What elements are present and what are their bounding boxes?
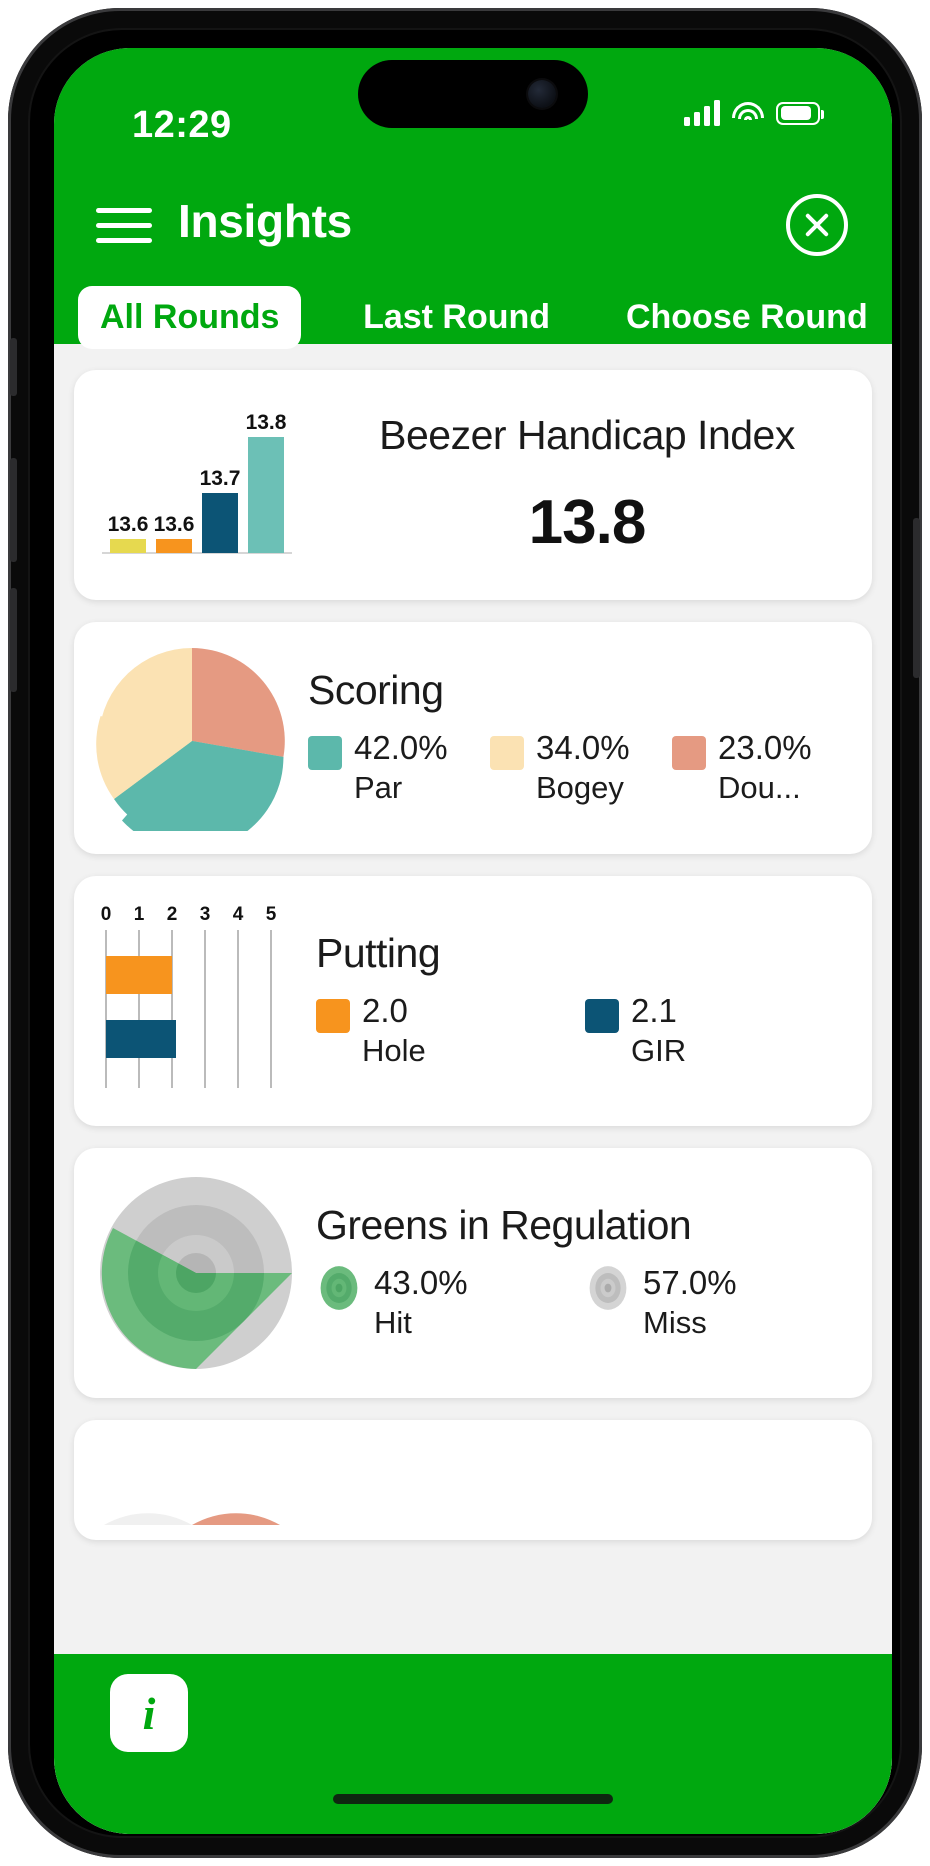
dynamic-island (358, 60, 588, 128)
legend-swatch-bogey (490, 735, 524, 770)
svg-text:4: 4 (233, 904, 244, 925)
legend-item-hole: 2.0 Hole (316, 991, 585, 1072)
hamburger-menu-icon[interactable] (96, 204, 152, 248)
legend-value-hit: 43.0% (374, 1263, 468, 1301)
card-next-partial[interactable] (74, 1420, 872, 1540)
insights-scroll-area[interactable]: 13.6 13.6 13.7 13.8 Beezer Handicap Inde… (54, 348, 892, 1834)
home-indicator[interactable] (333, 1794, 613, 1804)
card-greens-in-regulation[interactable]: Greens in Regulation 43.0% Hit 57.0% Mis… (74, 1148, 872, 1398)
legend-value-hole: 2.0 (362, 991, 408, 1029)
power-button[interactable] (913, 518, 920, 678)
handicap-card-body: Beezer Handicap Index 13.8 (304, 412, 854, 558)
page-title: Insights (178, 195, 352, 247)
legend-swatch-double (672, 735, 706, 770)
legend-item-gir: 2.1 GIR (585, 991, 854, 1072)
status-time: 12:29 (132, 104, 232, 146)
gir-card-body: Greens in Regulation 43.0% Hit 57.0% Mis… (300, 1202, 854, 1344)
status-bar: 12:29 (54, 48, 892, 176)
handicap-value: 13.8 (528, 488, 647, 557)
legend-swatch-par (308, 735, 342, 770)
svg-text:13.7: 13.7 (200, 467, 241, 490)
silent-switch[interactable] (10, 338, 17, 396)
gir-legend: 43.0% Hit 57.0% Miss (316, 1263, 854, 1344)
legend-label-gir: GIR (631, 1033, 687, 1069)
putting-bar-chart: 0 1 2 3 4 5 (92, 902, 300, 1100)
partial-pie-svg (104, 1513, 280, 1525)
gir-target-chart (92, 1173, 300, 1373)
legend-label-double: Dou... (718, 770, 801, 806)
svg-text:0: 0 (101, 904, 112, 925)
status-indicators (684, 100, 824, 126)
svg-text:1: 1 (134, 904, 145, 925)
legend-swatch-miss-target-icon (589, 1265, 627, 1310)
handicap-card-title: Beezer Handicap Index (379, 412, 795, 458)
putting-bar-svg: 0 1 2 3 4 5 (101, 904, 277, 1088)
legend-label-hit: Hit (374, 1305, 412, 1341)
battery-icon (776, 101, 824, 125)
svg-text:13.6: 13.6 (108, 513, 149, 536)
legend-value-gir: 2.1 (631, 991, 677, 1029)
legend-value-bogey: 34.0% (536, 728, 630, 766)
volume-down-button[interactable] (10, 588, 17, 692)
tab-choose-round[interactable]: Choose Round (602, 286, 892, 349)
svg-text:5: 5 (266, 904, 277, 925)
scoring-card-title: Scoring (308, 666, 444, 713)
front-camera-icon (528, 80, 556, 108)
legend-item-hit: 43.0% Hit (316, 1263, 585, 1344)
volume-up-button[interactable] (10, 458, 17, 562)
svg-text:2: 2 (167, 904, 178, 925)
svg-text:13.6: 13.6 (154, 513, 195, 536)
card-scoring[interactable]: Scoring 42.0% Par 34.0% Bogey 23.0% Dou.… (74, 622, 872, 854)
gir-target-svg (100, 1177, 292, 1369)
card-putting[interactable]: 0 1 2 3 4 5 Putting 2.0 Hole 2.1 GIR (74, 876, 872, 1126)
handicap-trend-chart: 13.6 13.6 13.7 13.8 (92, 395, 304, 575)
legend-swatch-hit-target-icon (320, 1265, 358, 1310)
legend-item-miss: 57.0% Miss (585, 1263, 854, 1344)
legend-label-miss: Miss (643, 1305, 707, 1341)
legend-label-par: Par (354, 770, 403, 806)
scoring-pie-svg (96, 647, 285, 831)
legend-item-double: 23.0% Dou... (672, 728, 854, 809)
legend-label-bogey: Bogey (536, 770, 624, 806)
gir-card-title: Greens in Regulation (316, 1201, 692, 1248)
legend-swatch-hole (316, 998, 350, 1033)
putting-legend: 2.0 Hole 2.1 GIR (316, 991, 854, 1072)
scoring-card-body: Scoring 42.0% Par 34.0% Bogey 23.0% Dou.… (292, 667, 854, 809)
scoring-pie-chart (92, 646, 292, 831)
legend-label-hole: Hole (362, 1033, 426, 1069)
legend-value-par: 42.0% (354, 728, 448, 766)
next-card-chart-partial (92, 1435, 292, 1525)
svg-text:13.8: 13.8 (246, 411, 287, 434)
cellular-signal-icon (684, 100, 720, 126)
legend-item-par: 42.0% Par (308, 728, 490, 809)
tab-last-round[interactable]: Last Round (311, 286, 601, 349)
handicap-bar-chart-svg: 13.6 13.6 13.7 13.8 (102, 411, 292, 554)
svg-text:3: 3 (200, 904, 211, 925)
legend-value-double: 23.0% (718, 728, 812, 766)
legend-swatch-gir (585, 998, 619, 1033)
tab-all-rounds[interactable]: All Rounds (78, 285, 302, 349)
phone-screen: 12:29 Insights All Rounds Last Round Cho… (54, 48, 892, 1834)
scoring-legend: 42.0% Par 34.0% Bogey 23.0% Dou... (308, 728, 854, 809)
info-button[interactable]: i (110, 1674, 188, 1752)
card-handicap-index[interactable]: 13.6 13.6 13.7 13.8 Beezer Handicap Inde… (74, 370, 872, 600)
legend-value-miss: 57.0% (643, 1263, 737, 1301)
round-filter-tabs: All Rounds Last Round Choose Round (54, 285, 892, 349)
putting-card-body: Putting 2.0 Hole 2.1 GIR (300, 930, 854, 1072)
bottom-bar: i (54, 1654, 892, 1834)
close-circle-icon[interactable] (786, 194, 848, 256)
wifi-icon (732, 101, 764, 125)
phone-frame: 12:29 Insights All Rounds Last Round Cho… (8, 8, 922, 1858)
legend-item-bogey: 34.0% Bogey (490, 728, 672, 809)
putting-card-title: Putting (316, 929, 441, 976)
